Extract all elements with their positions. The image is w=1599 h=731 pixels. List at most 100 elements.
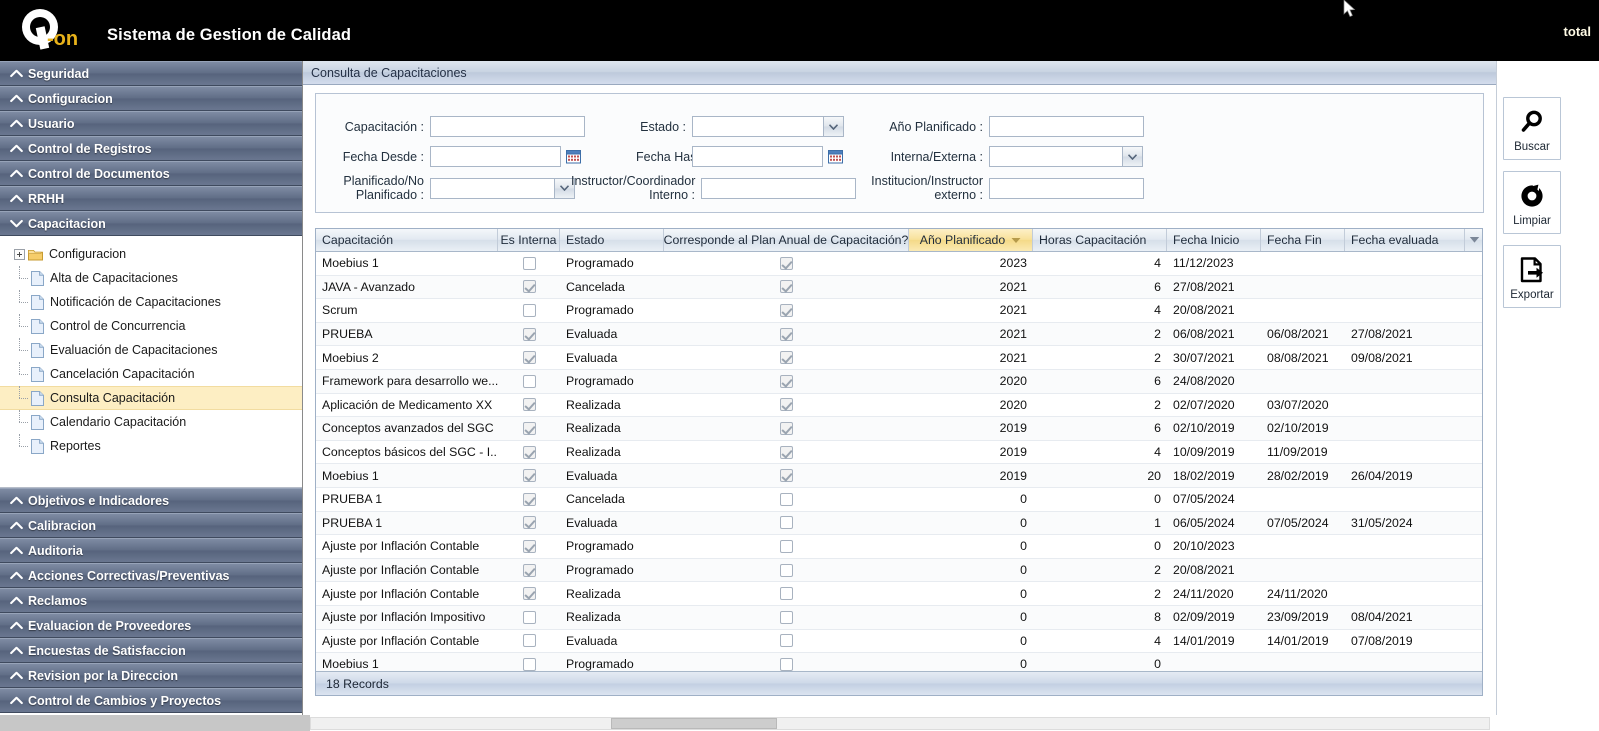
grid-header-fecha_evaluada[interactable]: Fecha evaluada [1345,229,1465,251]
table-row[interactable]: PRUEBA 1 Evaluada 0 1 06/05/2024 07/05/2024 31… [316,511,1482,536]
plan-anual-checkbox[interactable] [780,610,793,624]
grid-header-capacitacion[interactable]: Capacitación [316,229,498,251]
buscar-button[interactable]: Buscar [1503,97,1561,160]
exportar-button[interactable]: Exportar [1503,245,1561,308]
plan-anual-checkbox[interactable] [780,303,793,317]
sidebar-group-reclamos[interactable]: Reclamos [0,588,302,613]
es-interna-checkbox[interactable] [522,657,536,671]
tree-item-configuracion[interactable]: Configuracion [0,242,302,266]
estado-dropdown-button[interactable] [824,116,844,137]
es-interna-checkbox[interactable] [522,303,536,317]
table-row[interactable]: PRUEBA Evaluada 2021 2 06/08/2021 06/08/2021 2… [316,322,1482,347]
plan-anual-checkbox[interactable] [780,327,793,341]
table-row[interactable]: Ajuste por Inflación Impositivo Realizada… [316,605,1482,630]
es-interna-checkbox[interactable] [522,516,536,530]
tree-item-calendario-capacitación[interactable]: Calendario Capacitación [0,409,302,434]
interna-externa-dropdown-button[interactable] [1123,146,1143,167]
fecha-hasta-input[interactable] [692,146,823,167]
plan-anual-checkbox[interactable] [780,516,793,530]
es-interna-checkbox[interactable] [522,445,536,459]
tree-item-cancelación-capacitación[interactable]: Cancelación Capacitación [0,361,302,386]
sidebar-group-auditoria[interactable]: Auditoria [0,538,302,563]
plan-anual-checkbox[interactable] [780,469,793,483]
plan-anual-checkbox[interactable] [780,280,793,294]
tree-item-consulta-capacitación[interactable]: Consulta Capacitación [0,385,302,410]
grid-header-es_interna[interactable]: Es Interna [498,229,560,251]
tree-item-notificación-de-capacitaciones[interactable]: Notificación de Capacitaciones [0,289,302,314]
interna-externa-select-value[interactable] [989,146,1123,167]
table-row[interactable]: Moebius 1 Programado 2023 4 11/12/2023 [316,252,1482,276]
es-interna-checkbox[interactable] [522,469,536,483]
table-row[interactable]: Framework para desarrollo we... Programad… [316,369,1482,394]
es-interna-checkbox[interactable] [522,610,536,624]
institucion-externo-input[interactable] [989,177,1144,199]
sidebar-group-rrhh[interactable]: RRHH [0,186,302,211]
sidebar-group-control-de-registros[interactable]: Control de Registros [0,136,302,161]
horizontal-scrollbar[interactable] [310,717,1490,730]
table-row[interactable]: Aplicación de Medicamento XX Realizada 202… [316,393,1482,418]
tree-item-control-de-concurrencia[interactable]: Control de Concurrencia [0,313,302,338]
sidebar-group-control-de-documentos[interactable]: Control de Documentos [0,161,302,186]
sidebar-group-capacitacion[interactable]: Capacitacion [0,211,302,236]
grid-column-chooser-button[interactable] [1465,229,1482,251]
es-interna-checkbox[interactable] [522,374,536,388]
fecha-hasta-calendar-icon[interactable] [826,148,844,166]
table-row[interactable]: JAVA - Avanzado Cancelada 2021 6 27/08/2021 [316,275,1482,300]
instructor-interno-input[interactable] [701,177,856,199]
grid-header-fecha_fin[interactable]: Fecha Fin [1261,229,1345,251]
sidebar-group-objetivos-e-indicadores[interactable]: Objetivos e Indicadores [0,488,302,513]
sidebar-group-control-de-cambios-y-proyectos[interactable]: Control de Cambios y Proyectos [0,688,302,713]
table-row[interactable]: Ajuste por Inflación Contable Programado 0… [316,535,1482,559]
plan-anual-checkbox[interactable] [780,563,793,577]
grid-header-horas[interactable]: Horas Capacitación [1033,229,1167,251]
table-row[interactable]: Scrum Programado 2021 4 20/08/2021 [316,299,1482,323]
es-interna-checkbox[interactable] [522,563,536,577]
table-row[interactable]: Moebius 2 Evaluada 2021 2 30/07/2021 08/08/20… [316,346,1482,370]
expand-plus-icon[interactable] [14,248,25,260]
es-interna-checkbox[interactable] [522,280,536,294]
plan-anual-checkbox[interactable] [780,445,793,459]
tree-item-reportes[interactable]: Reportes [0,433,302,458]
es-interna-checkbox[interactable] [522,327,536,341]
plan-anual-checkbox[interactable] [780,539,793,553]
horizontal-scrollbar-thumb[interactable] [611,718,777,729]
sidebar-group-seguridad[interactable]: Seguridad [0,61,302,86]
es-interna-checkbox[interactable] [522,398,536,412]
table-row[interactable]: Ajuste por Inflación Contable Programado 0… [316,558,1482,583]
grid-header-plan_anual[interactable]: Corresponde al Plan Anual de Capacitació… [664,229,909,251]
table-row[interactable]: Conceptos básicos del SGC - I... Realizad… [316,440,1482,465]
sidebar-group-encuestas-de-satisfaccion[interactable]: Encuestas de Satisfaccion [0,638,302,663]
grid-header-fecha_inicio[interactable]: Fecha Inicio [1167,229,1261,251]
sidebar-group-usuario[interactable]: Usuario [0,111,302,136]
plan-anual-checkbox[interactable] [780,398,793,412]
anio-planificado-input[interactable] [989,116,1144,137]
fecha-desde-input[interactable] [430,146,561,167]
plan-anual-checkbox[interactable] [780,587,793,601]
plan-anual-checkbox[interactable] [780,492,793,506]
plan-anual-checkbox[interactable] [780,657,793,671]
es-interna-checkbox[interactable] [522,492,536,506]
plan-anual-checkbox[interactable] [780,421,793,435]
plan-anual-checkbox[interactable] [780,351,793,365]
limpiar-button[interactable]: Limpiar [1503,171,1561,234]
sidebar-group-evaluacion-de-proveedores[interactable]: Evaluacion de Proveedores [0,613,302,638]
plan-anual-checkbox[interactable] [780,256,793,270]
planificado-select-value[interactable] [430,177,555,199]
es-interna-checkbox[interactable] [522,351,536,365]
plan-anual-checkbox[interactable] [780,374,793,388]
grid-header-estado[interactable]: Estado [560,229,664,251]
sidebar-group-configuracion[interactable]: Configuracion [0,86,302,111]
sidebar-group-revision-por-la-direccion[interactable]: Revision por la Direccion [0,663,302,688]
es-interna-checkbox[interactable] [522,421,536,435]
grid-header-anio[interactable]: Año Planificado [909,229,1033,251]
es-interna-checkbox[interactable] [522,587,536,601]
es-interna-checkbox[interactable] [522,634,536,648]
table-row[interactable]: Ajuste por Inflación Contable Evaluada 0 4 1… [316,629,1482,654]
table-row[interactable]: Moebius 1 Evaluada 2019 20 18/02/2019 28/02/2… [316,464,1482,488]
tree-item-alta-de-capacitaciones[interactable]: Alta de Capacitaciones [0,265,302,290]
es-interna-checkbox[interactable] [522,539,536,553]
sidebar-group-calibracion[interactable]: Calibracion [0,513,302,538]
table-row[interactable]: Ajuste por Inflación Contable Realizada 0 2… [316,582,1482,606]
tree-item-evaluación-de-capacitaciones[interactable]: Evaluación de Capacitaciones [0,337,302,362]
sidebar-group-acciones-correctivas-preventivas[interactable]: Acciones Correctivas/Preventivas [0,563,302,588]
